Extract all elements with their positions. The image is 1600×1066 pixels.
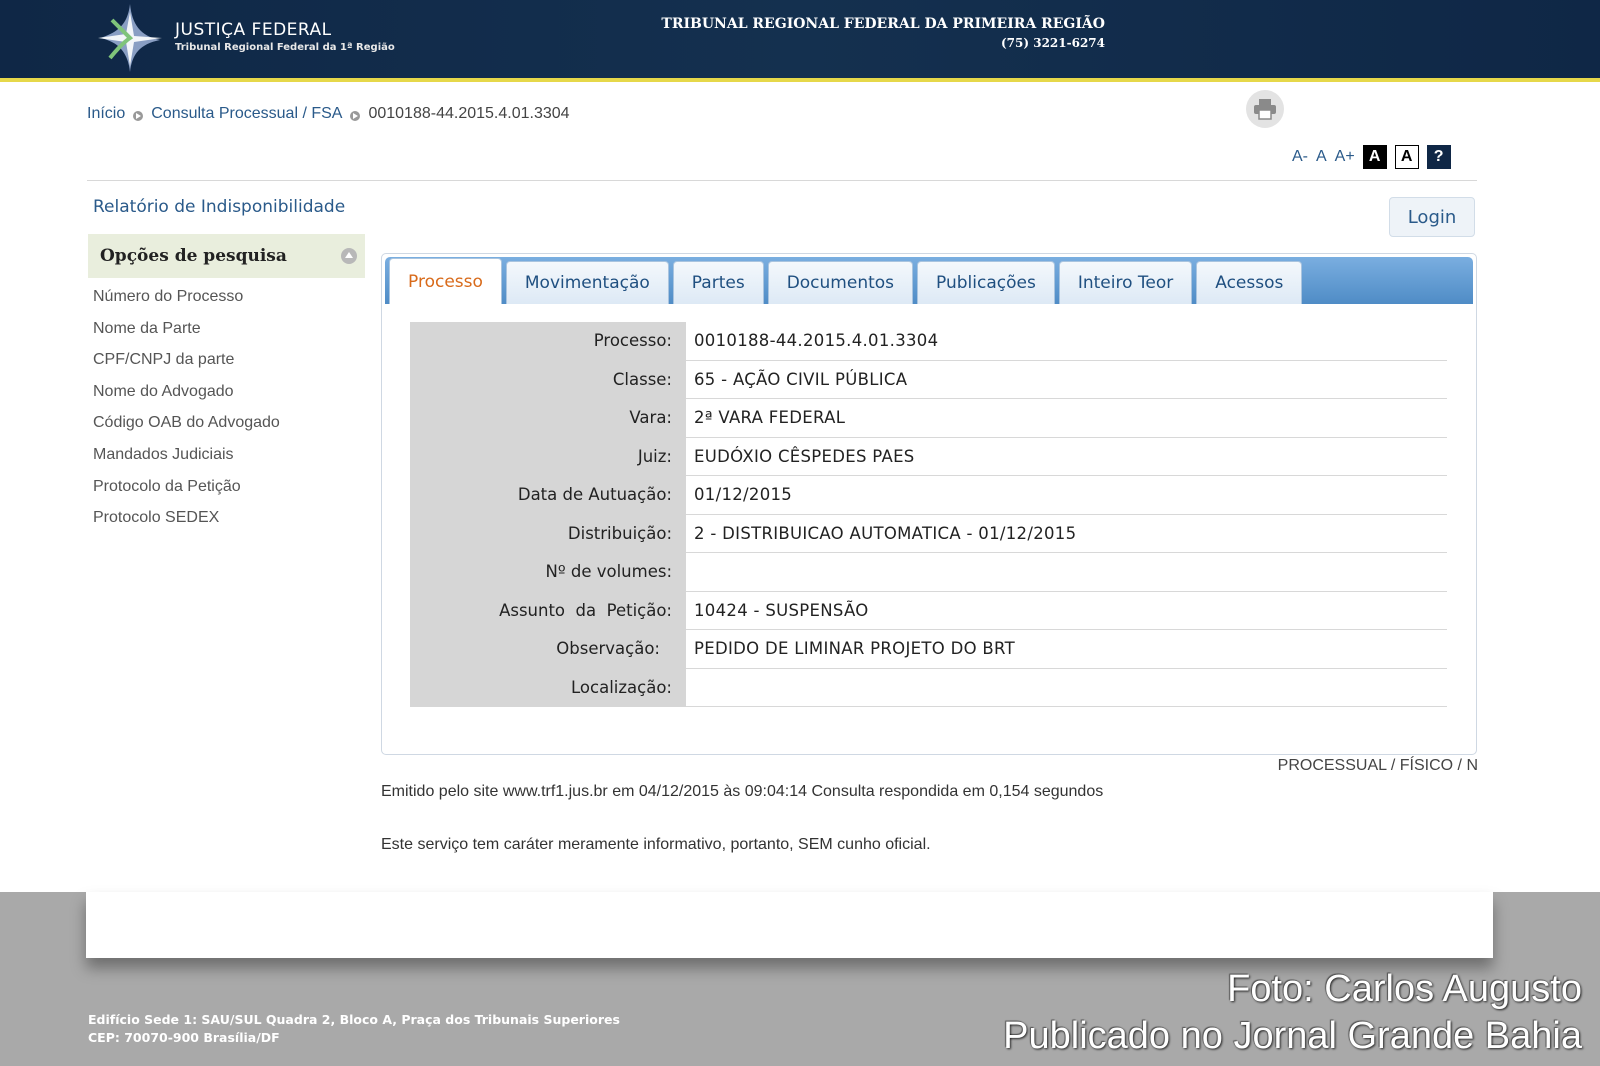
- font-decrease-button[interactable]: A-: [1292, 148, 1308, 166]
- footer-card: [86, 892, 1493, 958]
- tab-documentos[interactable]: Documentos: [767, 261, 914, 304]
- field-value: 65 - AÇÃO CIVIL PÚBLICA: [686, 360, 1447, 399]
- field-value: [686, 668, 1447, 707]
- table-row: Nº de volumes:: [410, 552, 1447, 592]
- tab-bar: Processo Movimentação Partes Documentos …: [385, 257, 1473, 304]
- font-normal-button[interactable]: A: [1316, 148, 1327, 166]
- field-label: Distribuição:: [410, 514, 686, 553]
- help-button[interactable]: ?: [1426, 145, 1451, 169]
- justica-federal-logo-icon[interactable]: [90, 2, 170, 74]
- footer-address-line1: Edifício Sede 1: SAU/SUL Quadra 2, Bloco…: [88, 1012, 620, 1027]
- table-row: Processo: 0010188-44.2015.4.01.3304: [410, 322, 1447, 361]
- field-value: 01/12/2015: [686, 475, 1447, 515]
- photo-credit: Foto: Carlos Augusto: [1227, 968, 1582, 1010]
- contrast-dark-button[interactable]: A: [1362, 145, 1387, 169]
- field-value: 2 - DISTRIBUICAO AUTOMATICA - 01/12/2015: [686, 514, 1447, 553]
- sidebar-item-mandados[interactable]: Mandados Judiciais: [93, 443, 280, 475]
- field-label: Nº de volumes:: [410, 552, 686, 592]
- field-label: Localização:: [410, 668, 686, 707]
- sidebar-item-nome-parte[interactable]: Nome da Parte: [93, 317, 280, 349]
- disclaimer-text: Este serviço tem caráter meramente infor…: [381, 836, 931, 853]
- field-value: 10424 - SUSPENSÃO: [686, 591, 1447, 630]
- sidebar-item-cpf-cnpj[interactable]: CPF/CNPJ da parte: [93, 348, 280, 380]
- field-value: [686, 552, 1447, 592]
- field-label: Classe:: [410, 360, 686, 399]
- sidebar-item-protocolo-sedex[interactable]: Protocolo SEDEX: [93, 506, 280, 538]
- field-value: 2ª VARA FEDERAL: [686, 398, 1447, 438]
- processual-note: PROCESSUAL / FÍSICO / N: [1277, 757, 1478, 774]
- emission-info: Emitido pelo site www.trf1.jus.br em 04/…: [381, 783, 1104, 800]
- search-options-list: Número do Processo Nome da Parte CPF/CNP…: [93, 285, 280, 538]
- field-label: Vara:: [410, 398, 686, 438]
- table-row: Assunto da Petição: 10424 - SUSPENSÃO: [410, 591, 1447, 630]
- breadcrumb-arrow-icon: [350, 111, 361, 121]
- table-row: Localização:: [410, 668, 1447, 707]
- search-options-title: Opções de pesquisa: [100, 246, 287, 266]
- field-label: Assunto da Petição:: [410, 591, 686, 630]
- breadcrumb-current: 0010188-44.2015.4.01.3304: [368, 105, 570, 122]
- field-value: EUDÓXIO CÊSPEDES PAES: [686, 437, 1447, 476]
- logo-title: JUSTIÇA FEDERAL: [175, 20, 332, 40]
- field-label: Observação:: [410, 629, 686, 669]
- footer-address-line2: CEP: 70070-900 Brasília/DF: [88, 1030, 280, 1045]
- font-increase-button[interactable]: A+: [1335, 148, 1355, 166]
- tab-partes[interactable]: Partes: [672, 261, 764, 304]
- breadcrumb-section[interactable]: Consulta Processual / FSA: [151, 105, 342, 123]
- divider: [87, 180, 1477, 181]
- court-phone: (75) 3221-6274: [1000, 36, 1105, 50]
- table-row: Observação: PEDIDO DE LIMINAR PROJETO DO …: [410, 629, 1447, 669]
- court-name: TRIBUNAL REGIONAL FEDERAL DA PRIMEIRA RE…: [661, 16, 1105, 32]
- tab-movimentacao[interactable]: Movimentação: [505, 261, 669, 304]
- field-label: Processo:: [410, 322, 686, 361]
- table-row: Classe: 65 - AÇÃO CIVIL PÚBLICA: [410, 360, 1447, 399]
- collapse-up-icon[interactable]: [341, 248, 357, 264]
- tab-acessos[interactable]: Acessos: [1196, 261, 1303, 304]
- publication-credit: Publicado no Jornal Grande Bahia: [1003, 1015, 1582, 1057]
- print-button[interactable]: [1246, 90, 1284, 128]
- sidebar-item-numero-processo[interactable]: Número do Processo: [93, 285, 280, 317]
- table-row: Vara: 2ª VARA FEDERAL: [410, 398, 1447, 438]
- breadcrumb-arrow-icon: [133, 111, 144, 121]
- search-options-header[interactable]: Opções de pesquisa: [88, 234, 365, 278]
- table-row: Juiz: EUDÓXIO CÊSPEDES PAES: [410, 437, 1447, 476]
- field-value: 0010188-44.2015.4.01.3304: [686, 322, 1447, 361]
- breadcrumb-home[interactable]: Início: [87, 105, 125, 123]
- sidebar-item-protocolo-peticao[interactable]: Protocolo da Petição: [93, 475, 280, 507]
- font-size-controls: A- A A+ A A ?: [1292, 145, 1451, 169]
- breadcrumb: Início Consulta Processual / FSA 0010188…: [87, 105, 570, 123]
- site-header: JUSTIÇA FEDERAL Tribunal Regional Federa…: [0, 0, 1600, 82]
- field-value: PEDIDO DE LIMINAR PROJETO DO BRT: [686, 629, 1447, 669]
- process-details-table: Processo: 0010188-44.2015.4.01.3304 Class…: [410, 322, 1447, 707]
- sidebar-item-codigo-oab[interactable]: Código OAB do Advogado: [93, 411, 280, 443]
- contrast-light-button[interactable]: A: [1394, 145, 1419, 169]
- table-row: Distribuição: 2 - DISTRIBUICAO AUTOMATICA…: [410, 514, 1447, 553]
- table-row: Data de Autuação: 01/12/2015: [410, 475, 1447, 515]
- printer-icon: [1254, 99, 1276, 120]
- field-label: Juiz:: [410, 437, 686, 476]
- tab-inteiro-teor[interactable]: Inteiro Teor: [1058, 261, 1193, 304]
- logo-subtitle: Tribunal Regional Federal da 1ª Região: [175, 42, 395, 53]
- login-button[interactable]: Login: [1389, 197, 1475, 237]
- sidebar-item-nome-advogado[interactable]: Nome do Advogado: [93, 380, 280, 412]
- field-label: Data de Autuação:: [410, 475, 686, 515]
- tab-processo[interactable]: Processo: [389, 258, 502, 304]
- tab-publicacoes[interactable]: Publicações: [917, 261, 1055, 304]
- report-unavailability-link[interactable]: Relatório de Indisponibilidade: [93, 197, 345, 217]
